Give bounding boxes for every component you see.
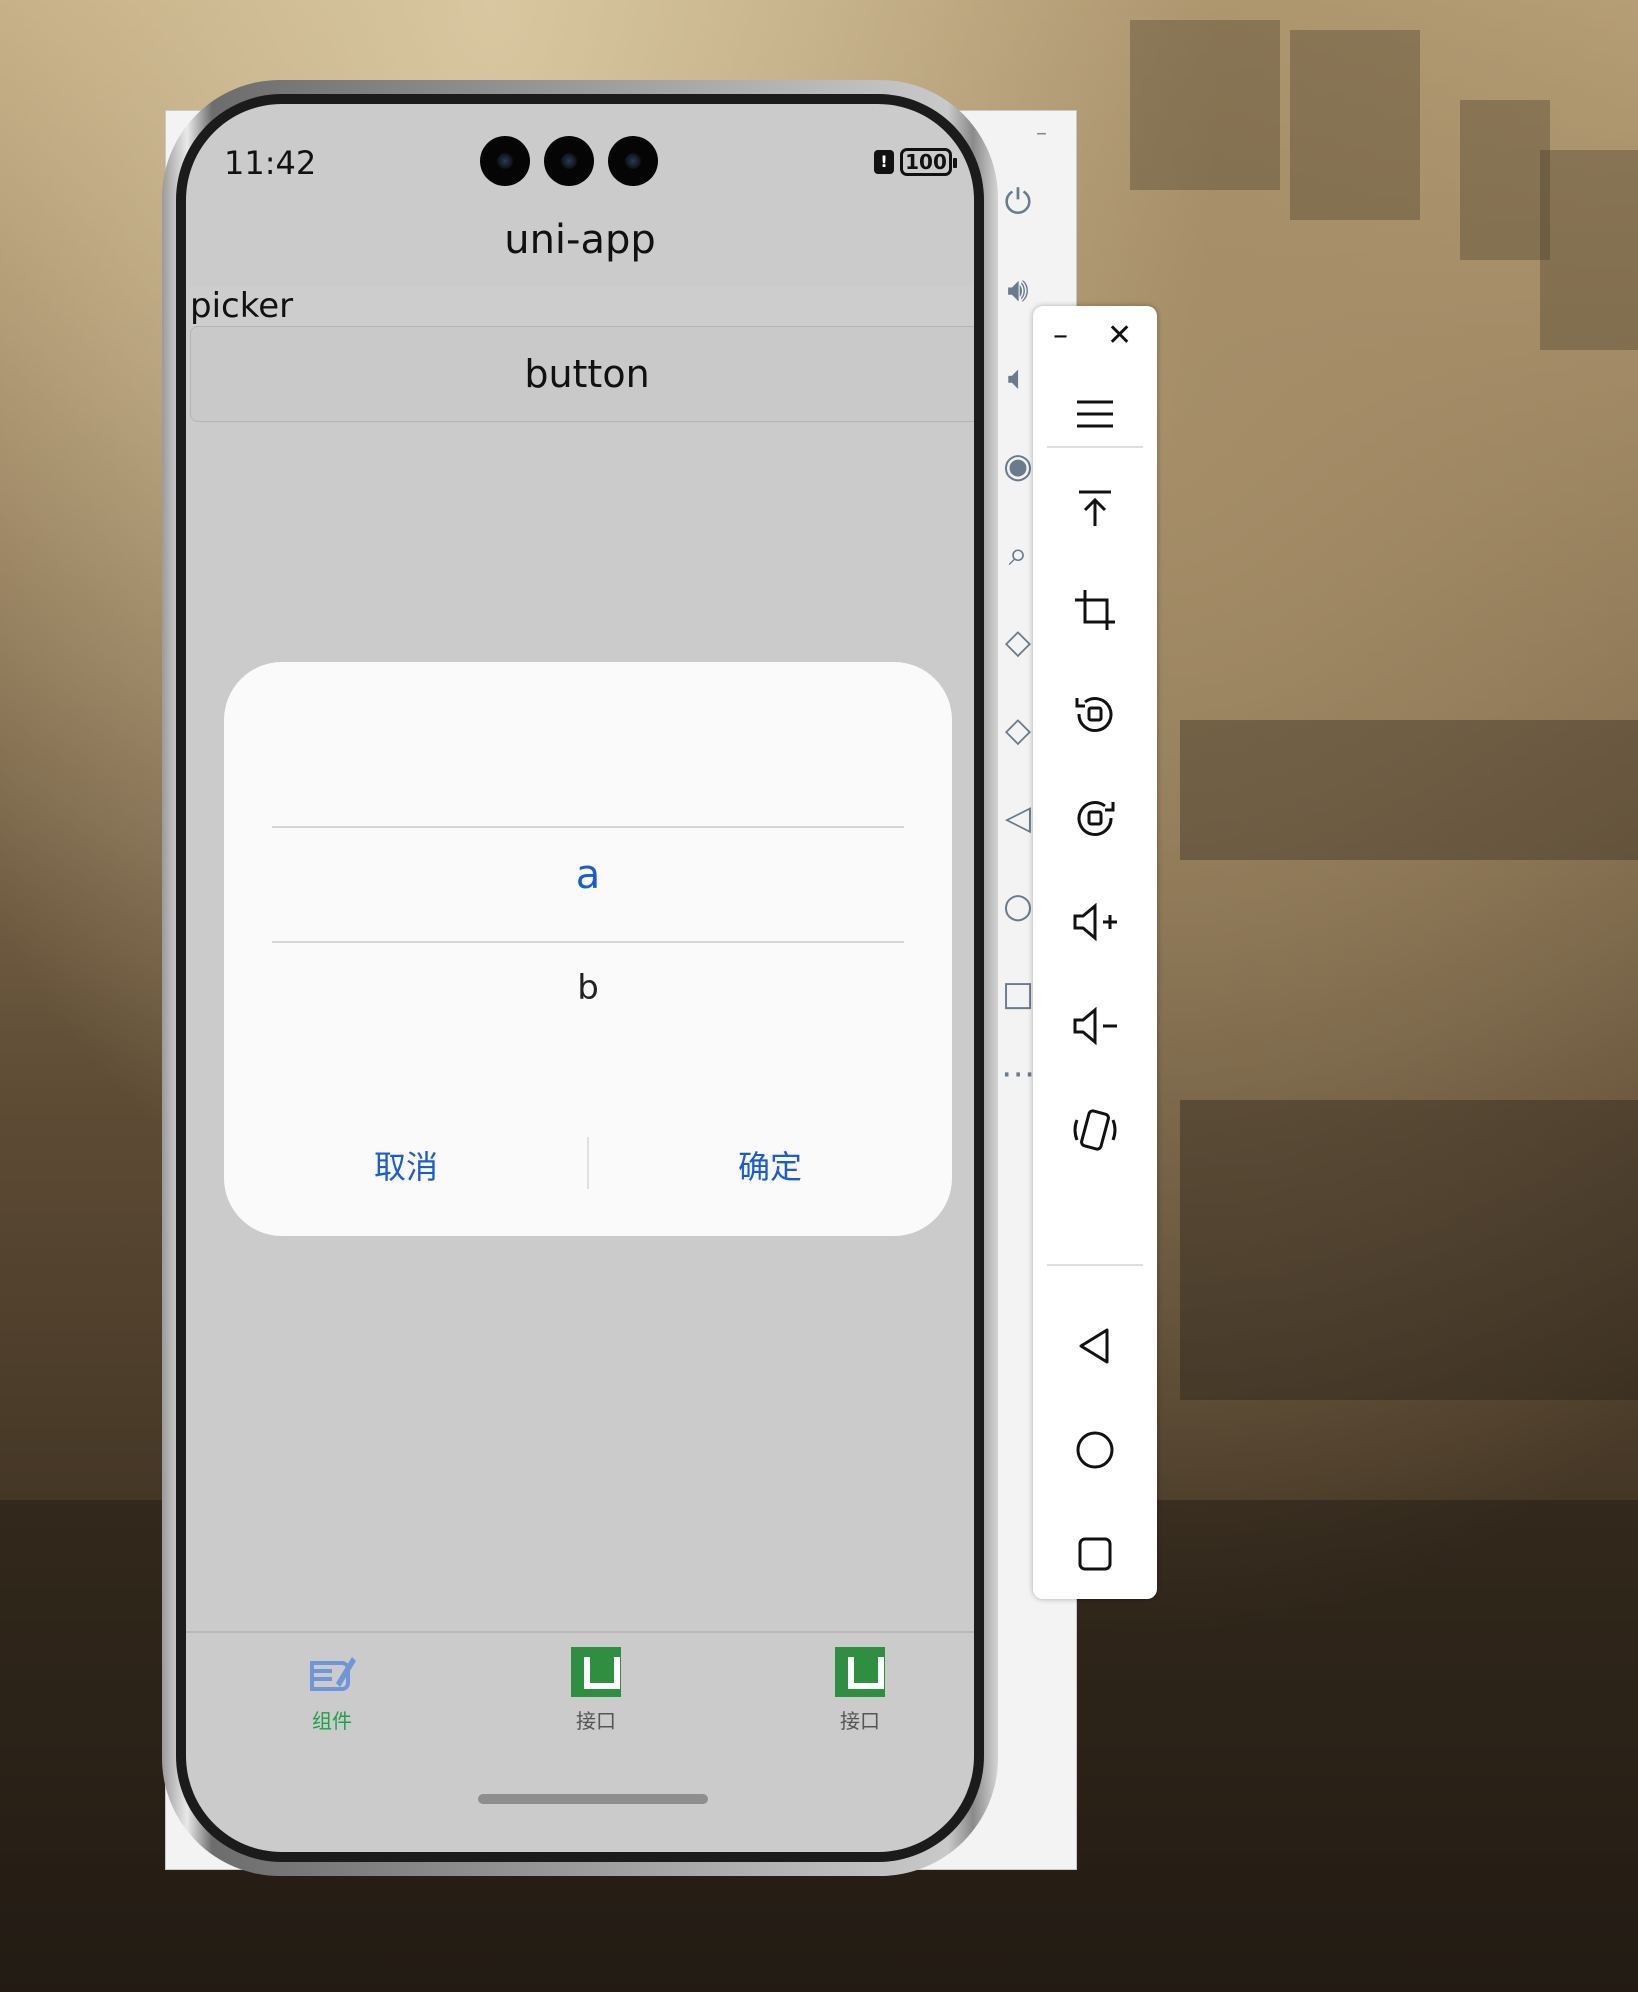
bg-building xyxy=(1180,720,1638,860)
camera-lens-icon xyxy=(480,136,530,186)
picker-label[interactable]: picker xyxy=(190,286,974,326)
picker-dialog: a b 取消 确定 xyxy=(224,662,952,1236)
picker-option[interactable]: b xyxy=(224,968,952,1008)
components-icon xyxy=(306,1647,358,1697)
back-window-minimize-button[interactable]: – xyxy=(1036,121,1047,146)
home-indicator[interactable] xyxy=(478,1794,708,1804)
rotate-left-icon[interactable] xyxy=(1065,684,1125,744)
bg-building xyxy=(1180,1100,1638,1400)
bg-building xyxy=(1130,20,1280,190)
camera-lens-icon xyxy=(544,136,594,186)
rotate-right-icon[interactable] xyxy=(1065,788,1125,848)
tab-components[interactable]: 组件 xyxy=(272,1647,392,1734)
tab-api-2[interactable]: 接口 xyxy=(800,1647,920,1734)
bg-building xyxy=(1460,100,1550,260)
crop-icon[interactable] xyxy=(1065,580,1125,640)
phone-frame: 11:42 ! 100 uni-app picker button a b 取消… xyxy=(162,80,998,1876)
selection-line-top xyxy=(272,826,904,828)
main-button[interactable]: button xyxy=(190,326,974,422)
toolbar-separator xyxy=(1047,446,1143,448)
home-icon[interactable] xyxy=(1065,1420,1125,1480)
power-icon[interactable]: ⏻ xyxy=(996,180,1040,224)
u-logo-icon xyxy=(571,1647,621,1697)
status-time: 11:42 xyxy=(224,144,317,182)
selection-line-bottom xyxy=(272,941,904,943)
phone-screen: 11:42 ! 100 uni-app picker button a b 取消… xyxy=(186,104,974,1852)
status-bar: 11:42 ! 100 xyxy=(186,104,974,194)
tab-bar: 组件 接口 接口 xyxy=(186,1631,974,1761)
nav-title: uni-app xyxy=(504,217,656,263)
tab-label: 接口 xyxy=(840,1709,880,1733)
cancel-button[interactable]: 取消 xyxy=(224,1142,588,1188)
shake-icon[interactable] xyxy=(1065,1100,1125,1160)
menu-icon[interactable] xyxy=(1065,384,1125,444)
phone-bezel: 11:42 ! 100 uni-app picker button a b 取消… xyxy=(176,94,984,1862)
camera-lens-icon xyxy=(608,136,658,186)
volume-icon[interactable]: 🔊︎ xyxy=(996,268,1040,312)
toolbar-minimize-button[interactable]: – xyxy=(1053,318,1068,353)
tab-api[interactable]: 接口 xyxy=(536,1647,656,1734)
volume-up-icon[interactable] xyxy=(1065,892,1125,952)
back-icon[interactable] xyxy=(1065,1316,1125,1376)
volume-down-icon[interactable] xyxy=(1065,996,1125,1056)
tab-label: 组件 xyxy=(312,1709,352,1733)
picker-option-selected[interactable]: a xyxy=(224,852,952,898)
confirm-button[interactable]: 确定 xyxy=(588,1142,952,1188)
u-logo-icon xyxy=(835,1647,885,1697)
bg-building xyxy=(1290,30,1420,220)
tab-label: 接口 xyxy=(576,1709,616,1733)
pin-to-top-icon[interactable] xyxy=(1065,478,1125,538)
toolbar-close-button[interactable]: ✕ xyxy=(1107,318,1132,353)
battery-icon: 100 xyxy=(900,148,957,176)
emulator-toolbar: – ✕ xyxy=(1033,306,1157,1599)
alert-icon: ! xyxy=(874,150,894,174)
bg-building xyxy=(1540,150,1638,350)
toolbar-separator xyxy=(1047,1264,1143,1266)
recents-icon[interactable] xyxy=(1065,1524,1125,1584)
